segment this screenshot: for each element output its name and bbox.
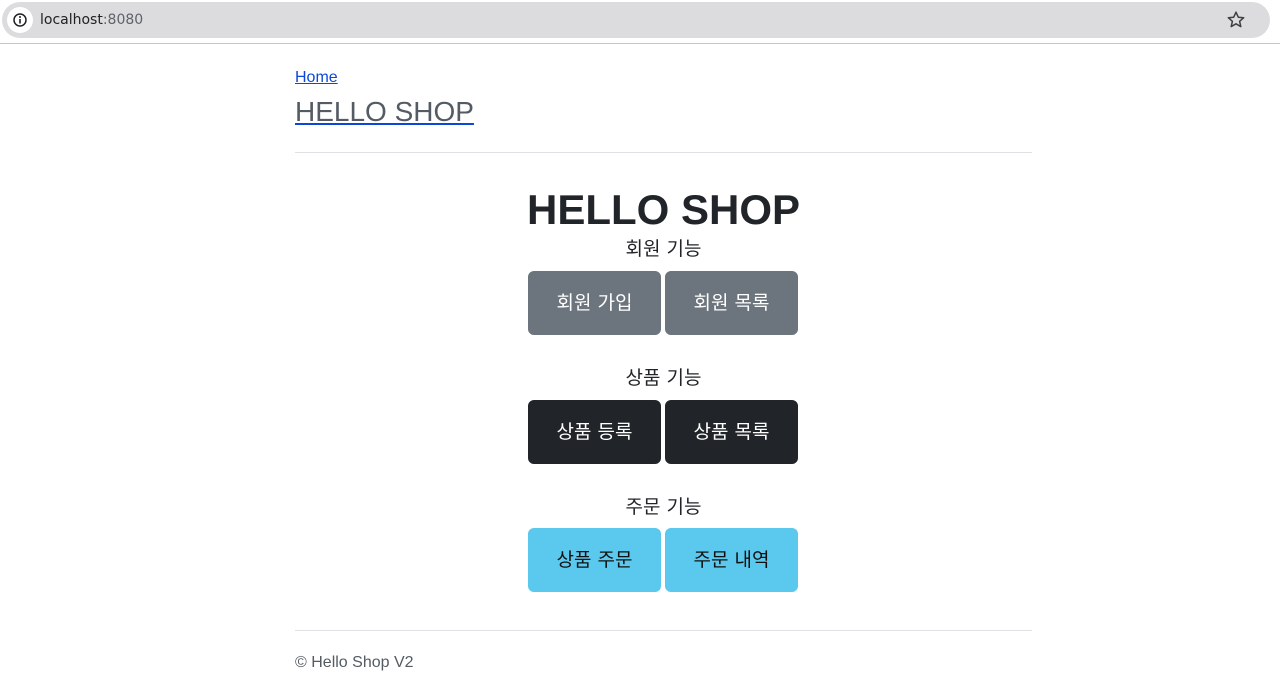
member-list-button[interactable]: 회원 목록 [665,271,798,335]
member-join-button[interactable]: 회원 가입 [528,271,661,335]
info-icon[interactable] [7,7,33,33]
item-list-button[interactable]: 상품 목록 [665,400,798,464]
browser-toolbar: localhost:8080 [0,0,1280,44]
member-section-label: 회원 기능 [625,238,702,260]
page-title: HELLO SHOP [526,186,801,233]
item-order-button[interactable]: 상품 주문 [528,528,661,592]
url-port: :8080 [102,12,144,28]
item-register-button[interactable]: 상품 등록 [528,400,661,464]
footer-copyright: © Hello Shop V2 [295,654,414,671]
url-host: localhost [40,12,103,28]
brand-link[interactable]: HELLO SHOP [295,94,474,130]
url-text[interactable]: localhost:8080 [40,11,143,29]
order-history-button[interactable]: 주문 내역 [665,528,798,592]
order-button-group: 상품 주문 주문 내역 [528,528,799,592]
member-button-group: 회원 가입 회원 목록 [528,271,799,335]
header-divider [295,152,1032,153]
footer-divider [295,630,1032,631]
star-icon[interactable] [1226,10,1246,30]
item-section-label: 상품 기능 [625,367,702,389]
order-section-label: 주문 기능 [625,496,702,518]
home-link[interactable]: Home [295,68,338,88]
address-bar[interactable]: localhost:8080 [2,2,1270,38]
item-button-group: 상품 등록 상품 목록 [528,400,799,464]
